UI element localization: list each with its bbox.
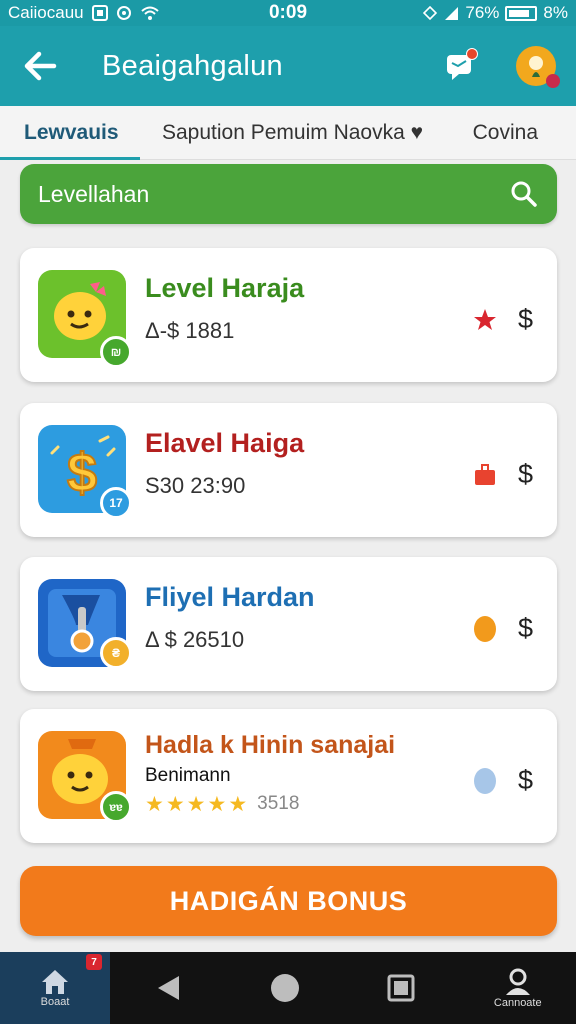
price-symbol: $ [517, 613, 533, 643]
card-badge: 17 [100, 487, 132, 519]
back-button[interactable] [20, 46, 60, 86]
star-icon: ★ [165, 792, 185, 816]
avatar[interactable] [516, 46, 560, 88]
rating-count: 3518 [257, 793, 300, 814]
circle-home-icon [270, 974, 299, 1002]
tab-sapution[interactable]: Sapution Pemuim Naovka ♥ [140, 106, 440, 160]
wifi-icon [140, 5, 160, 21]
star-icon [473, 308, 497, 332]
notification-dot [466, 48, 478, 60]
battery-percent: 76% [465, 3, 500, 22]
price-symbol: $ [517, 304, 533, 334]
list-item[interactable]: ₪ Level Haraja Δ-$ 1881 $ [20, 248, 557, 382]
square-recents-icon [387, 974, 415, 1002]
nav-home-badge: 7 [86, 954, 102, 970]
cell-signal-icon [443, 5, 459, 21]
status-extra: 8% [543, 3, 568, 22]
card-title: Hadla k Hinin sanajai [145, 731, 396, 759]
price-symbol: $ [517, 765, 533, 795]
card-subtitle: Δ $ 26510 [145, 627, 245, 652]
card-title: Level Haraja [145, 273, 305, 303]
search-input[interactable]: Levellahan [38, 181, 149, 208]
bonus-button[interactable]: HADIGÁN BONUS [20, 866, 557, 936]
nav-home[interactable]: Boaat 7 [0, 952, 110, 1024]
list-item[interactable]: ₴ Fliyel Hardan Δ $ 26510 $ [20, 557, 557, 691]
nav-home-label: Boaat [40, 996, 70, 1008]
card-subtitle: Δ-$ 1881 [145, 318, 235, 343]
signal-diamond-icon [423, 6, 438, 20]
nav-profile-label: Cannoate [493, 997, 542, 1009]
card-badge: ₪ [100, 336, 132, 368]
card-badge: ₴ [100, 637, 132, 669]
user-avatar-icon [529, 56, 543, 77]
card-subtitle: S30 23:90 [145, 473, 246, 498]
rating-stars: ★ ★ ★ ★ ★ 3518 [145, 793, 299, 815]
status-bar: Caiiocauu 0:09 76% 8% [0, 0, 576, 26]
card-title: Elavel Haiga [145, 428, 305, 458]
app-bar: Beaigahgalun [0, 26, 576, 106]
card-badge: ɐɐ [100, 791, 132, 823]
nav-recents[interactable] [343, 952, 460, 1024]
bag-icon [473, 463, 497, 487]
notification-button[interactable] [440, 46, 480, 86]
svg-text:$: $ [67, 443, 97, 503]
card-title: Fliyel Hardan [145, 582, 315, 612]
list-item[interactable]: $ 17 Elavel Haiga S30 23:90 $ [20, 403, 557, 537]
search-bar[interactable]: Levellahan [20, 164, 557, 224]
price-symbol: $ [517, 459, 533, 489]
settings-icon [116, 5, 132, 21]
profile-icon [505, 968, 530, 995]
carrier-label: Caiiocauu [8, 3, 84, 22]
app-square-icon [91, 5, 108, 21]
star-icon: ★ [186, 792, 206, 816]
list-item[interactable]: ɐɐ Hadla k Hinin sanajai Benimann ★ ★ ★ … [20, 709, 557, 843]
arrow-left-icon [24, 51, 57, 81]
nav-home-circle[interactable] [227, 952, 344, 1024]
tab-bar: Lewvauis Sapution Pemuim Naovka ♥ Covina [0, 106, 576, 160]
tab-covina[interactable]: Covina [473, 106, 576, 160]
search-icon[interactable] [509, 179, 539, 209]
home-icon [42, 970, 68, 994]
star-icon: ★ [145, 792, 164, 816]
tab-lewvauis[interactable]: Lewvauis [0, 106, 140, 160]
coin-icon [473, 616, 497, 642]
star-icon: ★ [228, 792, 248, 816]
page-title: Beaigahgalun [102, 49, 283, 82]
battery-icon [505, 5, 538, 21]
triangle-back-icon [158, 976, 180, 1000]
avatar-status-dot [546, 74, 560, 88]
card-subtitle: Benimann [145, 765, 231, 786]
nav-back[interactable] [110, 952, 227, 1024]
bottom-nav: Boaat 7 Cannoate [0, 952, 576, 1024]
drop-icon [473, 768, 497, 794]
nav-profile[interactable]: Cannoate [460, 952, 576, 1024]
star-icon: ★ [207, 792, 227, 816]
